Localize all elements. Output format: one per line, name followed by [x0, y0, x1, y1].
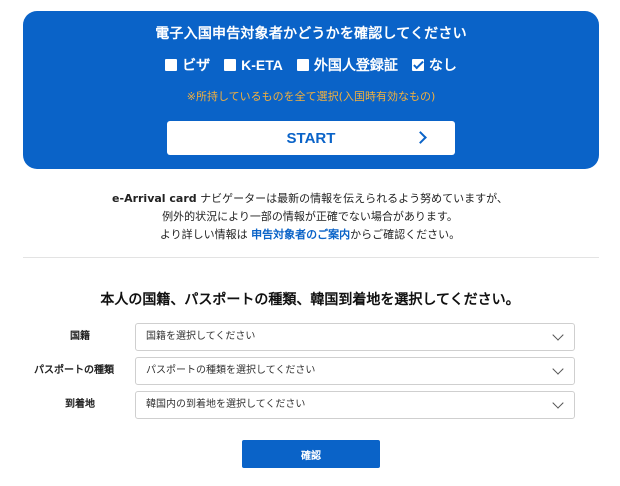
arrival-place-label: 到着地 [65, 399, 95, 410]
info-line-2: 例外的状況により一部の情報が正確でない場合があります。 [162, 210, 458, 223]
selection-notice: ※所持しているものを全て選択(入国時有効なもの) [186, 90, 436, 103]
document-options: ビザ K-ETA 外国人登録証 なし [23, 55, 599, 75]
arrival-place-select[interactable]: 韓国内の到着地を選択してください [135, 391, 575, 419]
checkbox-alien-registration[interactable] [296, 59, 309, 71]
option-keta-label: K-ETA [241, 57, 283, 73]
option-alien-registration[interactable]: 外国人登録証 [296, 55, 398, 75]
eligibility-guide-link[interactable]: 申告対象者のご案内 [251, 228, 350, 241]
nationality-row: 国籍 国籍を選択してください [0, 323, 620, 351]
chevron-down-icon [552, 329, 564, 341]
option-visa[interactable]: ビザ [165, 55, 210, 75]
passport-type-label: パスポートの種類 [34, 365, 114, 376]
confirm-button[interactable]: 確認 [242, 440, 380, 468]
checkbox-keta[interactable] [224, 59, 237, 71]
chevron-down-icon [552, 363, 564, 375]
nationality-label: 国籍 [70, 331, 90, 342]
option-alien-registration-label: 外国人登録証 [313, 58, 398, 74]
passport-type-select-placeholder: パスポートの種類を選択してください [146, 365, 316, 376]
passport-type-row: パスポートの種類 パスポートの種類を選択してください [0, 357, 620, 385]
info-text: e-Arrival card ナビゲーターは最新の情報を伝えられるよう努めていま… [0, 190, 620, 244]
start-button-label: START [286, 129, 336, 147]
start-button[interactable]: START [167, 121, 455, 155]
nationality-select[interactable]: 国籍を選択してください [135, 323, 575, 351]
passport-type-select[interactable]: パスポートの種類を選択してください [135, 357, 575, 385]
option-keta[interactable]: K-ETA [224, 57, 283, 73]
option-none-label: なし [428, 58, 457, 74]
info-brand: e-Arrival card [112, 192, 197, 205]
chevron-right-icon [414, 131, 427, 144]
checkbox-visa[interactable] [165, 59, 178, 71]
eligibility-panel: 電子入国申告対象者かどうかを確認してください ビザ K-ETA 外国人登録証 な… [23, 11, 599, 169]
section-divider [23, 257, 599, 258]
option-visa-label: ビザ [182, 58, 211, 74]
info-line-3-post: からご確認ください。 [350, 228, 461, 241]
checkbox-none[interactable] [411, 59, 424, 71]
chevron-down-icon [552, 397, 564, 409]
info-line-1: e-Arrival card ナビゲーターは最新の情報を伝えられるよう努めていま… [0, 190, 620, 208]
option-none[interactable]: なし [411, 55, 457, 75]
info-line-3: より詳しい情報は 申告対象者のご案内からご確認ください。 [0, 226, 620, 244]
info-line-1-text: ナビゲーターは最新の情報を伝えられるよう努めていますが、 [196, 192, 508, 205]
eligibility-title: 電子入国申告対象者かどうかを確認してください [155, 26, 467, 42]
arrival-place-row: 到着地 韓国内の到着地を選択してください [0, 391, 620, 419]
nationality-select-placeholder: 国籍を選択してください [146, 331, 256, 342]
form-heading: 本人の国籍、パスポートの種類、韓国到着地を選択してください。 [100, 292, 520, 308]
arrival-place-select-placeholder: 韓国内の到着地を選択してください [146, 399, 306, 410]
info-line-3-pre: より詳しい情報は [159, 228, 252, 241]
